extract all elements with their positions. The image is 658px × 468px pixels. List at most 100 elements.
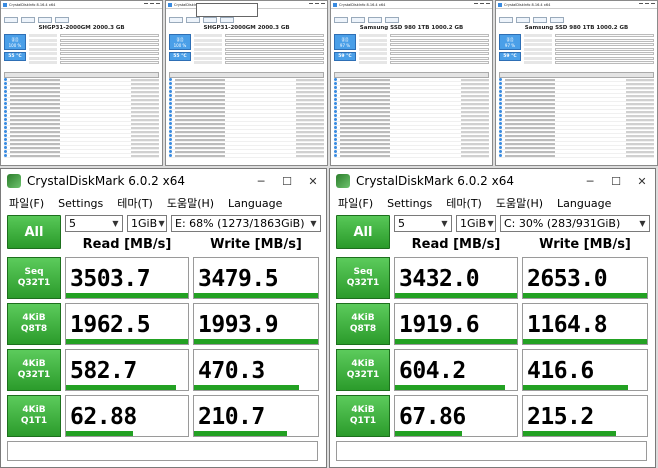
drive-tab[interactable] [385,16,399,23]
close-icon[interactable] [486,3,490,6]
test-button[interactable]: Seq Q32T1 [7,257,61,299]
health-status[interactable]: 좋음 100 % [169,34,191,50]
read-value: 1919.6 [399,312,480,338]
menu-theme[interactable]: 테마(T) [446,195,482,211]
drive-tab[interactable] [550,16,564,23]
cdi-window-4: CrystalDiskInfo 8.16.4 x64 Samsung SSD 9… [495,0,658,166]
size-select[interactable]: 1GiB ▼ [127,215,167,232]
info-key [194,52,222,55]
info-value [555,61,654,64]
minimize-icon[interactable]: ─ [248,169,274,193]
maximize-icon[interactable] [315,3,319,6]
smart-raw-value [296,78,324,81]
size-select[interactable]: 1GiB ▼ [456,215,496,232]
temperature[interactable]: 59 °C [334,52,356,61]
close-icon[interactable] [321,3,325,6]
drive-tab[interactable] [169,16,183,23]
close-icon[interactable]: ✕ [629,169,655,193]
health-status[interactable]: 좋음 97 % [334,34,356,50]
temperature[interactable]: 55 °C [4,52,26,61]
maximize-icon[interactable] [150,3,154,6]
test-button[interactable]: 4KiB Q1T1 [336,395,390,437]
drive-tab[interactable] [220,16,234,23]
test-button[interactable]: 4KiB Q32T1 [336,349,390,391]
menu-file[interactable]: 파일(F) [9,195,44,211]
smart-attr-name [505,130,555,133]
drive-tab[interactable] [38,16,52,23]
close-icon[interactable] [651,3,655,6]
drive-tab[interactable] [499,16,513,23]
test-button[interactable]: 4KiB Q1T1 [7,395,61,437]
drive-tab[interactable] [516,16,530,23]
drive-tab[interactable] [351,16,365,23]
close-icon[interactable]: ✕ [300,169,326,193]
minimize-icon[interactable]: ─ [577,169,603,193]
info-key [29,52,57,55]
smart-attr-name [505,102,555,105]
temperature[interactable]: 55 °C [169,52,191,61]
menu-file[interactable]: 파일(F) [338,195,373,211]
smart-raw-value [626,82,654,85]
cdi-titlebar[interactable]: CrystalDiskInfo 8.16.4 x64 [1,1,162,9]
menu-theme[interactable]: 테마(T) [117,195,153,211]
maximize-icon[interactable] [645,3,649,6]
drive-tab[interactable] [21,16,35,23]
temperature[interactable]: 59 °C [499,52,521,61]
comment-field[interactable] [336,441,647,461]
drive-select[interactable]: C: 30% (283/931GiB) ▼ [500,215,650,232]
drive-tab[interactable] [55,16,69,23]
test-button[interactable]: 4KiB Q8T8 [7,303,61,345]
cdm-titlebar[interactable]: CrystalDiskMark 6.0.2 x64 ─ ☐ ✕ [1,169,326,193]
all-button[interactable]: All [7,215,61,249]
info-key [524,61,552,64]
menu-settings[interactable]: Settings [387,197,432,210]
drive-tab[interactable] [368,16,382,23]
comment-field[interactable] [7,441,318,461]
drive-tab[interactable] [533,16,547,23]
status-dot-icon [169,122,172,125]
maximize-icon[interactable]: ☐ [274,169,300,193]
cdm-title-text: CrystalDiskMark 6.0.2 x64 [27,174,185,188]
cdm-titlebar[interactable]: CrystalDiskMark 6.0.2 x64 ─ ☐ ✕ [330,169,655,193]
test-button[interactable]: Seq Q32T1 [336,257,390,299]
menu-language[interactable]: Language [557,197,611,210]
test-label-2: Q8T8 [349,324,377,334]
smart-attr-name [175,102,225,105]
menu-help[interactable]: 도움말(H) [496,195,543,211]
smart-raw-value [626,78,654,81]
menu-help[interactable]: 도움말(H) [167,195,214,211]
write-result: 2653.0 [522,257,648,299]
menu-language[interactable]: Language [228,197,282,210]
smart-attr-name [505,90,555,93]
drive-tab[interactable] [4,16,18,23]
info-row [194,52,324,55]
close-icon[interactable] [156,3,160,6]
minimize-icon[interactable] [144,3,148,6]
minimize-icon[interactable] [639,3,643,6]
chevron-down-icon: ▼ [441,219,448,228]
health-status[interactable]: 좋음 97 % [499,34,521,50]
minimize-icon[interactable] [309,3,313,6]
test-button[interactable]: 4KiB Q8T8 [336,303,390,345]
info-row [524,47,654,51]
info-key [29,34,57,37]
cdi-titlebar[interactable]: CrystalDiskInfo 8.16.4 x64 [496,1,657,9]
all-button[interactable]: All [336,215,390,249]
health-status[interactable]: 좋음 100 % [4,34,26,50]
count-select[interactable]: 5 ▼ [65,215,123,232]
count-select[interactable]: 5 ▼ [394,215,452,232]
minimize-icon[interactable] [474,3,478,6]
smart-raw-value [296,82,324,85]
drive-tab[interactable] [203,16,217,23]
read-result: 3503.7 [65,257,189,299]
maximize-icon[interactable]: ☐ [603,169,629,193]
cdi-titlebar[interactable]: CrystalDiskInfo 8.16.4 x64 [331,1,492,9]
menu-settings[interactable]: Settings [58,197,103,210]
smart-raw-value [131,134,159,137]
drive-select[interactable]: E: 68% (1273/1863GiB) ▼ [171,215,321,232]
test-button[interactable]: 4KiB Q32T1 [7,349,61,391]
maximize-icon[interactable] [480,3,484,6]
drive-tab[interactable] [334,16,348,23]
drive-tab[interactable] [186,16,200,23]
status-dot-icon [4,146,7,149]
